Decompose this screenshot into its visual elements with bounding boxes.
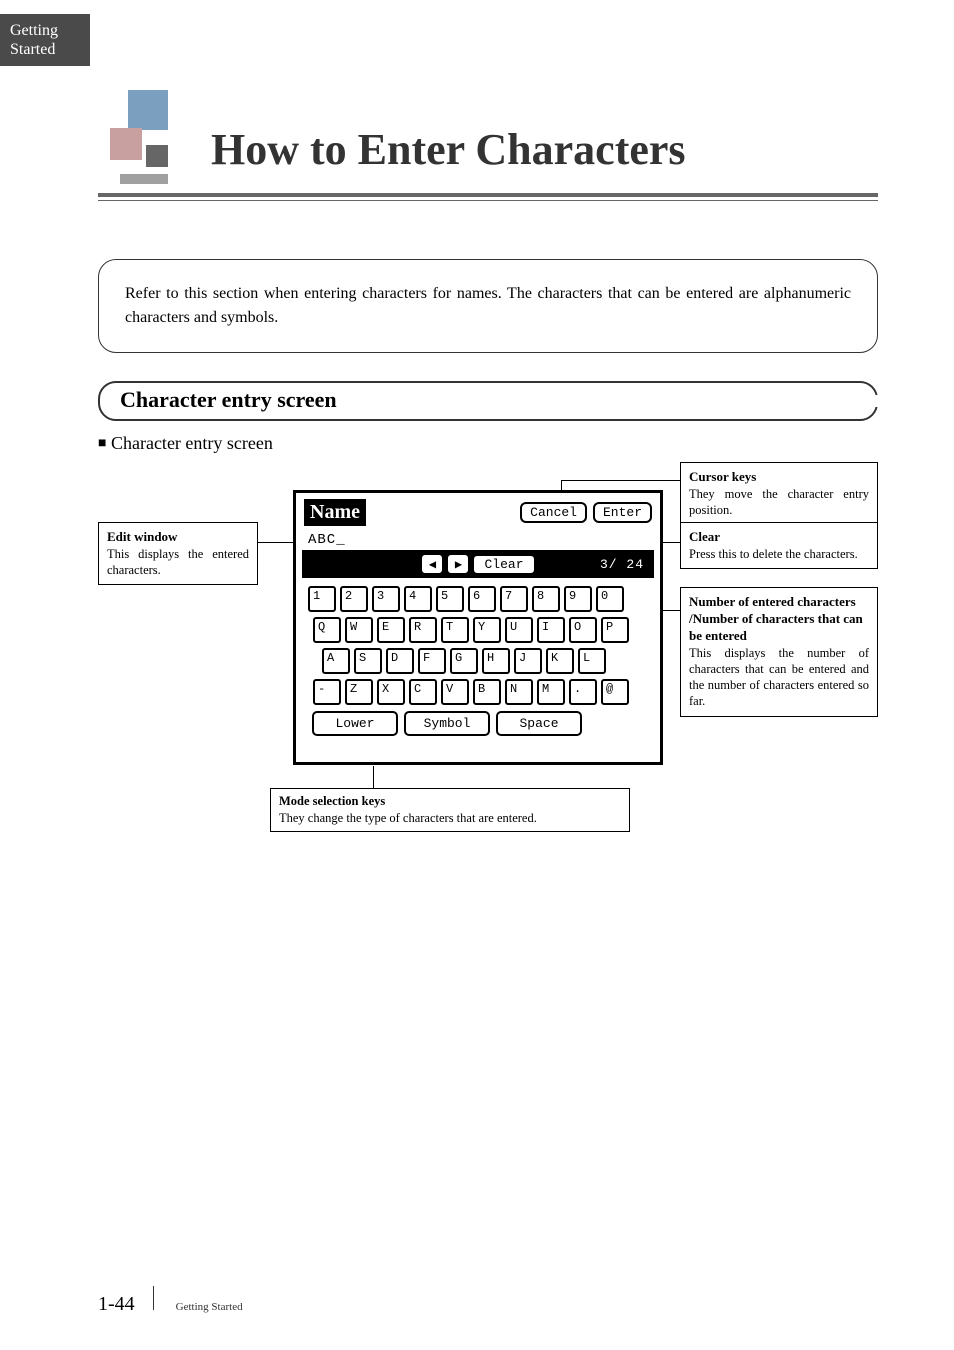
key[interactable]: 0 bbox=[596, 586, 624, 612]
callout-edit-window-title: Edit window bbox=[107, 529, 249, 546]
intro-text: Refer to this section when entering char… bbox=[125, 285, 851, 326]
subsection-heading: ■ Character entry screen bbox=[98, 433, 878, 454]
tab-line2: Started bbox=[10, 40, 90, 59]
callout-count: Number of entered characters /Number of … bbox=[680, 587, 878, 717]
clear-button[interactable]: Clear bbox=[473, 555, 534, 574]
title-row: How to Enter Characters bbox=[98, 90, 878, 185]
key[interactable]: A bbox=[322, 648, 350, 674]
callout-clear: Clear Press this to delete the character… bbox=[680, 522, 878, 569]
callout-mode-desc: They change the type of characters that … bbox=[279, 810, 621, 827]
callout-cursor-desc: They move the character entry position. bbox=[689, 486, 869, 519]
key[interactable]: Z bbox=[345, 679, 373, 705]
key[interactable]: 5 bbox=[436, 586, 464, 612]
key[interactable]: U bbox=[505, 617, 533, 643]
section-header-text: Character entry screen bbox=[120, 387, 337, 412]
title-rule bbox=[98, 193, 878, 201]
page-title: How to Enter Characters bbox=[211, 124, 686, 175]
square-bullet-icon: ■ bbox=[98, 436, 106, 451]
mode-symbol-button[interactable]: Symbol bbox=[404, 711, 490, 736]
callout-cursor-title: Cursor keys bbox=[689, 469, 869, 486]
device-screen: Name Cancel Enter ABC_ ◀ ▶ Clear 3/ 24 1… bbox=[293, 490, 663, 765]
mode-row: Lower Symbol Space bbox=[308, 711, 648, 736]
key[interactable]: 1 bbox=[308, 586, 336, 612]
key[interactable]: J bbox=[514, 648, 542, 674]
key[interactable]: V bbox=[441, 679, 469, 705]
cursor-left-button[interactable]: ◀ bbox=[421, 554, 443, 574]
char-count: 3/ 24 bbox=[600, 557, 644, 572]
key[interactable]: F bbox=[418, 648, 446, 674]
callout-clear-desc: Press this to delete the characters. bbox=[689, 546, 869, 562]
leader-line bbox=[561, 480, 680, 481]
key[interactable]: X bbox=[377, 679, 405, 705]
mode-lower-button[interactable]: Lower bbox=[312, 711, 398, 736]
key[interactable]: T bbox=[441, 617, 469, 643]
key[interactable]: S bbox=[354, 648, 382, 674]
key[interactable]: G bbox=[450, 648, 478, 674]
key[interactable]: Y bbox=[473, 617, 501, 643]
keyboard: 1 2 3 4 5 6 7 8 9 0 Q W E R T Y bbox=[302, 578, 654, 736]
key[interactable]: K bbox=[546, 648, 574, 674]
chapter-tab: Getting Started bbox=[0, 14, 90, 66]
section-header: Character entry screen bbox=[98, 381, 878, 421]
cursor-right-button[interactable]: ▶ bbox=[447, 554, 469, 574]
key[interactable]: N bbox=[505, 679, 533, 705]
callout-count-desc: This displays the number of characters t… bbox=[689, 645, 869, 710]
key[interactable]: O bbox=[569, 617, 597, 643]
key[interactable]: 2 bbox=[340, 586, 368, 612]
key[interactable]: - bbox=[313, 679, 341, 705]
callout-count-title: Number of entered characters /Number of … bbox=[689, 594, 869, 645]
screen-title: Name bbox=[304, 499, 366, 526]
key[interactable]: 7 bbox=[500, 586, 528, 612]
intro-box: Refer to this section when entering char… bbox=[98, 259, 878, 353]
key-row: - Z X C V B N M . @ bbox=[313, 679, 648, 705]
cancel-button[interactable]: Cancel bbox=[520, 502, 587, 523]
callout-mode-keys: Mode selection keys They change the type… bbox=[270, 788, 630, 832]
callout-edit-window: Edit window This displays the entered ch… bbox=[98, 522, 258, 585]
leader-line bbox=[373, 766, 374, 788]
key[interactable]: C bbox=[409, 679, 437, 705]
key[interactable]: H bbox=[482, 648, 510, 674]
footer-separator bbox=[153, 1286, 154, 1310]
key[interactable]: L bbox=[578, 648, 606, 674]
diagram: Edit window This displays the entered ch… bbox=[98, 462, 878, 872]
enter-button[interactable]: Enter bbox=[593, 502, 652, 523]
subsection-text: Character entry screen bbox=[111, 433, 273, 453]
page-number: 1-44 bbox=[98, 1293, 135, 1316]
key[interactable]: B bbox=[473, 679, 501, 705]
key-row: 1 2 3 4 5 6 7 8 9 0 bbox=[308, 586, 648, 612]
key[interactable]: 9 bbox=[564, 586, 592, 612]
key[interactable]: E bbox=[377, 617, 405, 643]
callout-edit-window-desc: This displays the entered characters. bbox=[107, 546, 249, 579]
callout-clear-title: Clear bbox=[689, 529, 869, 546]
cursor-bar: ◀ ▶ Clear 3/ 24 bbox=[302, 550, 654, 578]
key-row: Q W E R T Y U I O P bbox=[313, 617, 648, 643]
key-row: A S D F G H J K L bbox=[322, 648, 648, 674]
page-footer: 1-44 Getting Started bbox=[98, 1286, 243, 1316]
key[interactable]: @ bbox=[601, 679, 629, 705]
key[interactable]: W bbox=[345, 617, 373, 643]
callout-mode-title: Mode selection keys bbox=[279, 793, 621, 810]
key[interactable]: 6 bbox=[468, 586, 496, 612]
title-blocks-icon bbox=[98, 90, 193, 185]
key[interactable]: Q bbox=[313, 617, 341, 643]
key[interactable]: 3 bbox=[372, 586, 400, 612]
mode-space-button[interactable]: Space bbox=[496, 711, 582, 736]
callout-cursor-keys: Cursor keys They move the character entr… bbox=[680, 462, 878, 525]
key[interactable]: D bbox=[386, 648, 414, 674]
key[interactable]: 8 bbox=[532, 586, 560, 612]
tab-line1: Getting bbox=[10, 21, 90, 40]
key[interactable]: . bbox=[569, 679, 597, 705]
key[interactable]: R bbox=[409, 617, 437, 643]
key[interactable]: M bbox=[537, 679, 565, 705]
key[interactable]: 4 bbox=[404, 586, 432, 612]
edit-field[interactable]: ABC_ bbox=[302, 530, 654, 548]
key[interactable]: P bbox=[601, 617, 629, 643]
key[interactable]: I bbox=[537, 617, 565, 643]
footer-section: Getting Started bbox=[176, 1301, 243, 1313]
